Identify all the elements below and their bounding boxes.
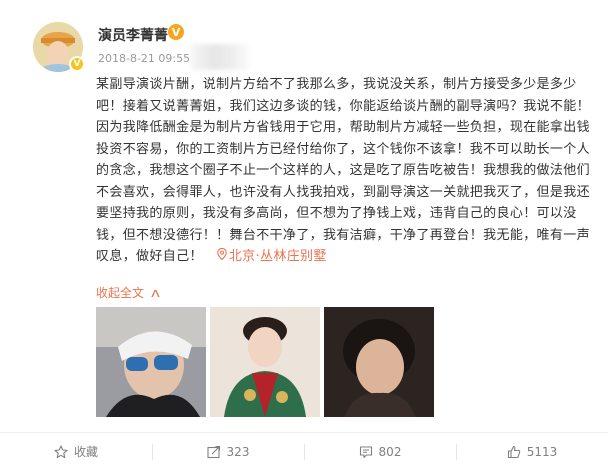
action-bar: 收藏 323 802 5113 — [0, 433, 608, 470]
comment-icon — [359, 445, 373, 459]
post-timestamp[interactable]: 2018-8-21 09:55 — [98, 52, 190, 65]
photo-3-image — [324, 307, 434, 417]
star-icon — [54, 444, 68, 459]
blurred-source-info — [190, 44, 250, 70]
comment-count: 802 — [378, 444, 402, 459]
repost-count: 323 — [226, 444, 250, 459]
location-pin-icon — [217, 246, 227, 268]
post-photo-3[interactable] — [324, 307, 434, 417]
collapse-text-button[interactable]: 收起全文 ʌ — [96, 284, 161, 301]
post-photo-2[interactable] — [210, 307, 320, 417]
collapse-label: 收起全文 — [96, 286, 145, 300]
chevron-up-icon: ʌ — [150, 286, 161, 300]
photo-1-image — [96, 307, 206, 417]
post-body: 某副导演谈片酬，说制片方给不了我那么多，我说没关系，制片方接受多少是多少吧！接着… — [96, 74, 596, 268]
favorite-label: 收藏 — [73, 445, 98, 459]
repost-button[interactable]: 323 — [152, 442, 304, 462]
like-count: 5113 — [526, 444, 558, 459]
photo-2-image — [210, 307, 320, 417]
like-button[interactable]: 5113 — [456, 442, 608, 462]
repost-icon — [206, 445, 221, 459]
location-link[interactable]: 北京·丛林庄别墅 — [203, 247, 327, 264]
post-text: 某副导演谈片酬，说制片方给不了我那么多，我说没关系，制片方接受多少是多少吧！接着… — [96, 77, 590, 264]
vip-badge-icon: V — [69, 56, 85, 72]
location-label: 北京·丛林庄别墅 — [228, 249, 327, 264]
thumbs-up-icon — [507, 445, 521, 459]
post-photo-1[interactable] — [96, 307, 206, 417]
author-name[interactable]: 演员李菁菁 — [98, 25, 168, 45]
verified-icon: V — [168, 24, 184, 40]
comment-button[interactable]: 802 — [304, 442, 456, 462]
favorite-button[interactable]: 收藏 — [0, 442, 152, 462]
